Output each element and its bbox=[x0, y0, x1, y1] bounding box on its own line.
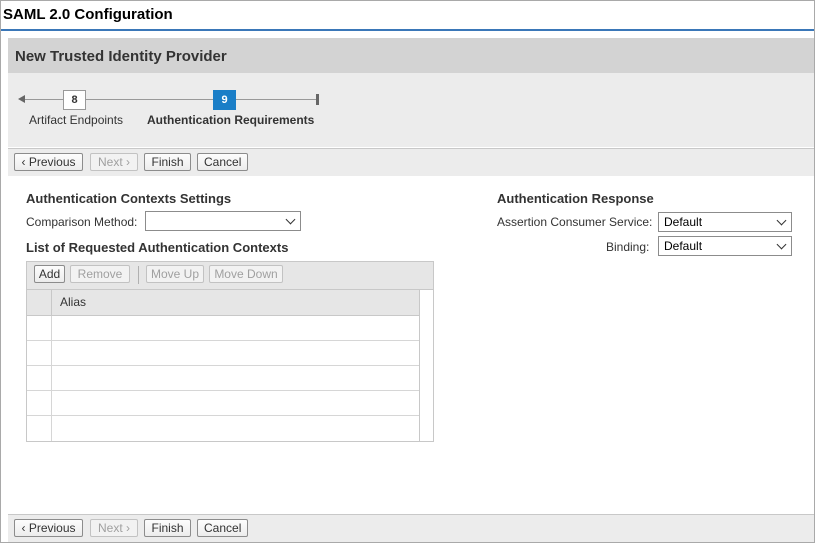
comparison-method-label: Comparison Method: bbox=[26, 215, 138, 229]
toolbar-separator bbox=[138, 266, 139, 284]
acs-label: Assertion Consumer Service: bbox=[497, 215, 653, 229]
roadmap-line bbox=[236, 99, 317, 100]
roadmap-step-9-label[interactable]: Authentication Requirements bbox=[147, 113, 314, 127]
table-row[interactable] bbox=[27, 366, 419, 391]
cancel-button[interactable]: Cancel bbox=[197, 153, 248, 171]
row-selector[interactable] bbox=[27, 416, 52, 441]
chevron-down-icon bbox=[285, 214, 296, 225]
roadmap-step-8[interactable]: 8 bbox=[63, 90, 86, 110]
requested-contexts-heading: List of Requested Authentication Context… bbox=[26, 240, 289, 255]
row-selector[interactable] bbox=[27, 341, 52, 365]
wizard-toolbar-top: ‹ Previous Next › Finish Cancel bbox=[8, 148, 814, 176]
roadmap-step-8-label[interactable]: Artifact Endpoints bbox=[29, 113, 123, 127]
binding-label: Binding: bbox=[606, 240, 650, 254]
wizard-toolbar-bottom: ‹ Previous Next › Finish Cancel bbox=[8, 514, 814, 542]
chevron-down-icon bbox=[776, 215, 787, 226]
auth-response-heading: Authentication Response bbox=[497, 191, 654, 206]
row-selector[interactable] bbox=[27, 366, 52, 390]
roadmap-line bbox=[86, 99, 213, 100]
previous-button[interactable]: ‹ Previous bbox=[14, 153, 83, 171]
wizard-title: New Trusted Identity Provider bbox=[15, 48, 227, 65]
next-button[interactable]: Next › bbox=[90, 153, 138, 171]
window-frame: SAML 2.0 Configuration New Trusted Ident… bbox=[0, 0, 815, 543]
app-title: SAML 2.0 Configuration bbox=[3, 6, 173, 23]
cancel-button[interactable]: Cancel bbox=[197, 519, 248, 537]
chevron-left-icon: ‹ bbox=[21, 155, 29, 169]
add-button[interactable]: Add bbox=[34, 265, 65, 283]
next-label: Next bbox=[97, 155, 123, 169]
move-down-button[interactable]: Move Down bbox=[209, 265, 283, 283]
previous-button[interactable]: ‹ Previous bbox=[14, 519, 83, 537]
next-label: Next bbox=[97, 521, 123, 535]
row-selector[interactable] bbox=[27, 391, 52, 415]
finish-button[interactable]: Finish bbox=[144, 153, 191, 171]
select-all-cell[interactable] bbox=[27, 290, 52, 315]
previous-label: Previous bbox=[28, 155, 76, 169]
roadmap-end-marker bbox=[316, 94, 319, 105]
table-header: Alias bbox=[27, 290, 419, 316]
move-up-button[interactable]: Move Up bbox=[146, 265, 204, 283]
chevron-down-icon bbox=[776, 239, 787, 250]
acs-select[interactable]: Default bbox=[658, 212, 792, 232]
binding-select[interactable]: Default bbox=[658, 236, 792, 256]
wizard-roadmap: 8 Artifact Endpoints 9 Authentication Re… bbox=[8, 73, 814, 147]
column-header-alias[interactable]: Alias bbox=[60, 295, 86, 309]
previous-label: Previous bbox=[28, 521, 76, 535]
comparison-method-select[interactable] bbox=[145, 211, 301, 231]
requested-contexts-table: Add Remove Move Up Move Down Alias bbox=[26, 261, 434, 442]
title-divider bbox=[1, 29, 814, 31]
chevron-right-icon: › bbox=[122, 155, 131, 169]
row-selector[interactable] bbox=[27, 316, 52, 340]
roadmap-back-arrow-icon[interactable] bbox=[18, 95, 25, 103]
wizard-header: New Trusted Identity Provider bbox=[8, 38, 814, 73]
table-scrollbar[interactable] bbox=[419, 290, 433, 441]
acs-value: Default bbox=[664, 215, 703, 229]
finish-button[interactable]: Finish bbox=[144, 519, 191, 537]
remove-button[interactable]: Remove bbox=[70, 265, 130, 283]
next-button[interactable]: Next › bbox=[90, 519, 138, 537]
binding-value: Default bbox=[664, 239, 703, 253]
table-row[interactable] bbox=[27, 341, 419, 366]
auth-contexts-heading: Authentication Contexts Settings bbox=[26, 191, 232, 206]
table-toolbar: Add Remove Move Up Move Down bbox=[27, 262, 433, 290]
roadmap-step-9[interactable]: 9 bbox=[213, 90, 236, 110]
table-row[interactable] bbox=[27, 316, 419, 341]
table-row[interactable] bbox=[27, 391, 419, 416]
roadmap-line bbox=[25, 99, 63, 100]
table-row[interactable] bbox=[27, 416, 419, 441]
chevron-left-icon: ‹ bbox=[21, 521, 29, 535]
chevron-right-icon: › bbox=[122, 521, 131, 535]
